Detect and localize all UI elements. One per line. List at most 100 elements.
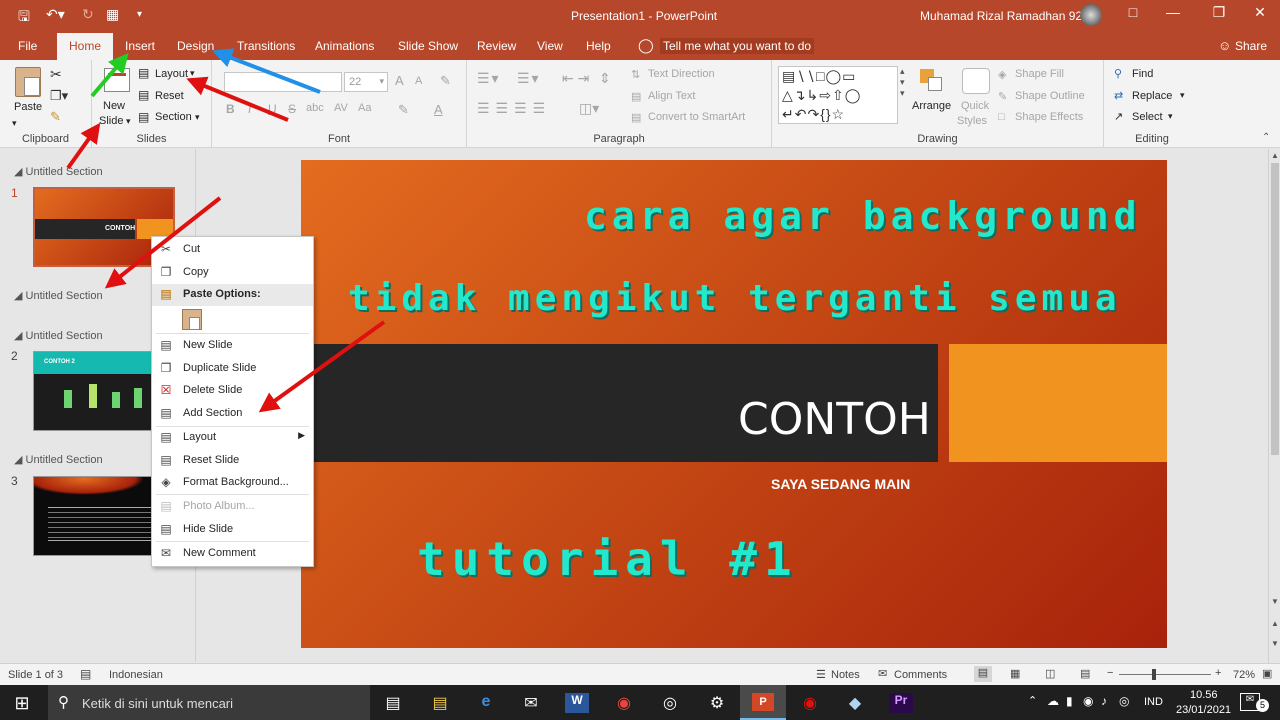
language-indicator[interactable]: Indonesian — [109, 669, 163, 681]
menu-item-photo-album[interactable]: ▤ Photo Album... — [152, 496, 313, 518]
quick-styles-label-1[interactable]: Quick — [961, 100, 989, 112]
shape-fill-button[interactable]: Shape Fill — [1015, 68, 1064, 80]
slide-canvas[interactable]: cara agar background tidak mengikut terg… — [301, 160, 1167, 648]
section-header[interactable]: ◢ Untitled Section — [14, 329, 103, 342]
menu-item-format-background[interactable]: ◈ Format Background... — [152, 472, 313, 494]
zoom-in-button[interactable]: + — [1215, 667, 1221, 679]
user-name[interactable]: Muhamad Rizal Ramadhan 92 — [920, 9, 1082, 23]
section-header[interactable]: ◢ Untitled Section — [14, 165, 103, 178]
tab-help[interactable]: Help — [586, 39, 611, 53]
collapse-ribbon-icon[interactable]: ⌃ — [1262, 132, 1270, 143]
slide-heading-line-1[interactable]: cara agar background — [584, 194, 1142, 238]
network-icon[interactable]: ◎ — [1119, 694, 1129, 708]
tab-file[interactable]: File — [18, 39, 37, 53]
line-spacing-icon[interactable]: ⇕ — [599, 70, 611, 87]
show-hidden-icons[interactable]: ⌃ — [1028, 694, 1037, 707]
taskbar-search-box[interactable]: ⚲ Ketik di sini untuk mencari — [48, 685, 370, 720]
reading-view-icon[interactable]: ◫ — [1045, 667, 1055, 680]
menu-item-copy[interactable]: ❐ Copy — [152, 262, 313, 284]
save-icon[interactable]: 🖫 — [18, 6, 30, 30]
zoom-slider[interactable] — [1119, 669, 1211, 680]
battery-icon[interactable]: ▮ — [1066, 694, 1073, 708]
tab-review[interactable]: Review — [477, 39, 516, 53]
windows-start-icon[interactable]: ⊞ — [10, 693, 34, 713]
gallery-scroll-icon[interactable]: ▴ ▾ ▾ — [900, 66, 905, 99]
text-direction-button[interactable]: Text Direction — [648, 68, 715, 80]
slide-title[interactable]: CONTOH — [738, 394, 931, 445]
app-icon[interactable]: ◆ — [843, 693, 867, 713]
file-explorer-icon[interactable]: ▤ — [428, 693, 452, 713]
alignment-icons[interactable]: ☰☰☰☰ — [477, 100, 551, 117]
bullets-icon[interactable]: ☰▾ — [477, 70, 501, 87]
shape-effects-button[interactable]: Shape Effects — [1015, 111, 1083, 123]
clock-date[interactable]: 23/01/2021 — [1176, 704, 1231, 716]
highlight-icon[interactable]: ✎ — [398, 102, 409, 118]
arrange-button[interactable]: Arrange — [912, 100, 951, 112]
tab-transitions[interactable]: Transitions — [237, 39, 295, 53]
share-button[interactable]: Share — [1235, 39, 1267, 53]
zoom-level[interactable]: 72% — [1233, 669, 1255, 681]
paste-button[interactable]: Paste — [14, 101, 42, 113]
notes-button[interactable]: Notes — [831, 669, 860, 681]
new-slide-icon[interactable] — [104, 68, 130, 92]
customize-qat-icon[interactable]: ▾ — [137, 9, 142, 20]
cut-icon[interactable]: ✂ — [50, 66, 62, 83]
section-header[interactable]: ◢ Untitled Section — [14, 289, 103, 302]
indent-icon[interactable]: ⇤ ⇥ — [562, 70, 589, 87]
powerpoint-taskbar-active[interactable]: P — [740, 685, 786, 720]
comments-button[interactable]: Comments — [894, 669, 947, 681]
shape-outline-button[interactable]: Shape Outline — [1015, 90, 1085, 102]
tell-me-input[interactable]: Tell me what you want to do — [660, 38, 815, 54]
menu-item-reset-slide[interactable]: ▤ Reset Slide — [152, 450, 313, 472]
tab-slide-show[interactable]: Slide Show — [398, 39, 458, 53]
scrollbar-thumb[interactable] — [1271, 163, 1279, 455]
columns-icon[interactable]: ◫▾ — [579, 100, 599, 117]
menu-item-delete-slide[interactable]: ☒ Delete Slide — [152, 380, 313, 402]
redo-icon[interactable]: ↻ — [82, 6, 94, 23]
clock-time[interactable]: 10.56 — [1190, 689, 1218, 701]
menu-item-cut[interactable]: ✂ Cut — [152, 239, 313, 261]
spelling-icon[interactable]: ▤ — [80, 667, 91, 681]
shapes-gallery[interactable]: ▤∖∖□◯▭ △↴↳⇨⇧◯ ↵↶↷{}☆ — [778, 66, 898, 124]
section-button[interactable]: Section — [155, 111, 192, 123]
chrome-icon[interactable]: ◉ — [612, 693, 636, 713]
select-button[interactable]: Select — [1132, 111, 1163, 123]
mail-icon[interactable]: ✉ — [519, 693, 543, 713]
grow-font-icon[interactable]: A — [395, 73, 404, 88]
premiere-icon[interactable]: Pr — [889, 693, 913, 713]
bold-button[interactable]: B — [226, 102, 235, 116]
tab-insert[interactable]: Insert — [125, 39, 155, 53]
share-icon[interactable]: ☺ — [1218, 38, 1231, 53]
obs-icon[interactable]: ◎ — [658, 693, 682, 713]
tab-design[interactable]: Design — [177, 39, 214, 53]
shape-effects-icon[interactable]: □ — [998, 111, 1005, 123]
layout-button[interactable]: Layout — [155, 68, 188, 80]
find-button[interactable]: Find — [1132, 68, 1153, 80]
word-icon[interactable]: W — [565, 693, 589, 713]
slideshow-view-icon[interactable]: ▤ — [1080, 667, 1090, 680]
numbering-icon[interactable]: ☰▾ — [517, 70, 541, 87]
section-header[interactable]: ◢ Untitled Section — [14, 453, 103, 466]
slide-subtitle[interactable]: SAYA SEDANG MAIN — [771, 476, 910, 492]
format-painter-icon[interactable]: ✎ — [50, 109, 61, 125]
task-view-icon[interactable]: ▤ — [381, 693, 405, 713]
record-icon[interactable]: ◉ — [798, 693, 822, 713]
avatar[interactable] — [1080, 4, 1102, 26]
shrink-font-icon[interactable]: A — [415, 75, 422, 87]
close-icon[interactable]: ✕ — [1240, 4, 1280, 21]
ribbon-display-icon[interactable]: □ — [1113, 4, 1153, 20]
edge-icon[interactable]: e — [474, 693, 498, 713]
align-text-icon[interactable]: ▤ — [631, 90, 641, 103]
menu-item-add-section[interactable]: ▤ Add Section — [152, 403, 313, 425]
font-size-input[interactable]: 22 ▾ — [344, 72, 388, 92]
shadow-button[interactable]: abc — [306, 102, 324, 114]
normal-view-icon[interactable]: ▤ — [974, 666, 992, 682]
new-slide-label-1[interactable]: New — [103, 100, 125, 112]
quick-styles-button[interactable]: Styles — [957, 115, 987, 127]
vertical-scrollbar[interactable]: ▲ ▼ ▲ ▼ — [1268, 149, 1280, 663]
paste-keep-format-icon[interactable] — [182, 309, 202, 330]
cloud-icon[interactable]: ☁ — [1047, 694, 1059, 708]
tab-animations[interactable]: Animations — [315, 39, 374, 53]
replace-button[interactable]: Replace — [1132, 90, 1172, 102]
shape-outline-icon[interactable]: ✎ — [998, 90, 1007, 103]
